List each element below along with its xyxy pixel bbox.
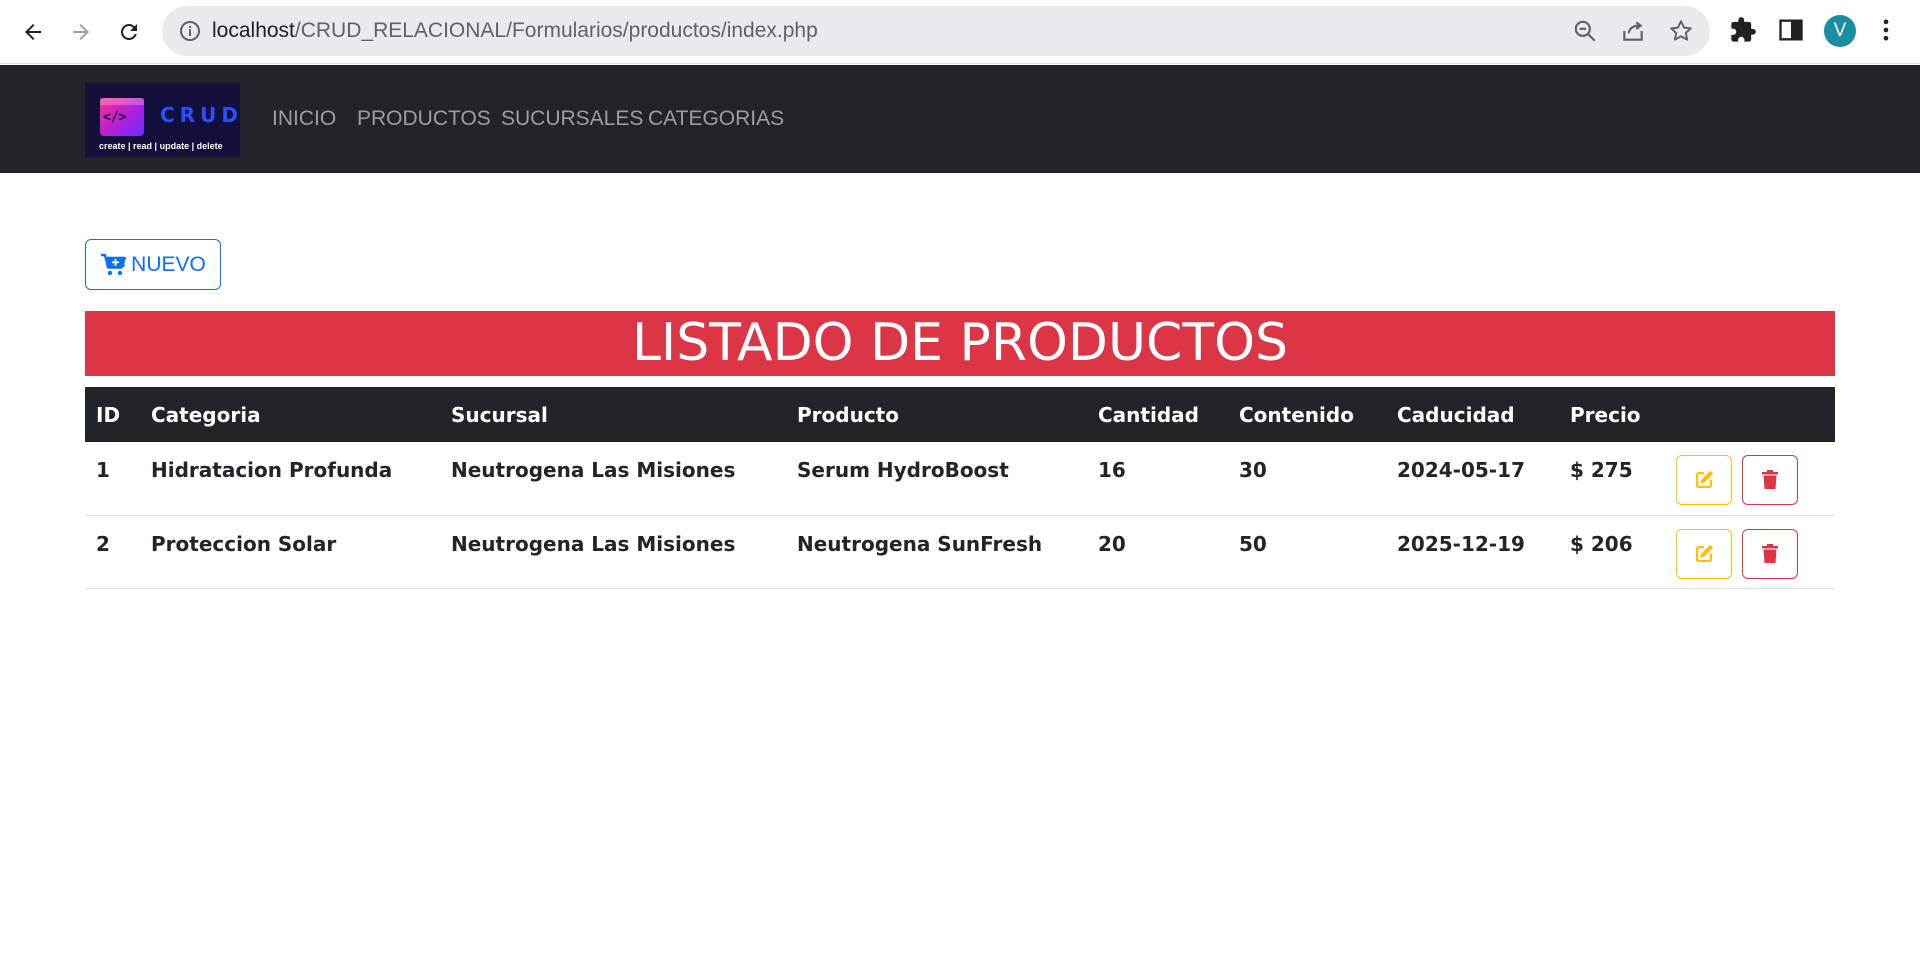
site-navbar: </> CRUD create | read | update | delete… — [0, 65, 1920, 173]
cell-producto: Serum HydroBoost — [786, 442, 1087, 516]
cell-contenido: 30 — [1228, 442, 1386, 516]
table-row: 2 Proteccion Solar Neutrogena Las Mision… — [85, 515, 1835, 589]
new-button-label: NUEVO — [131, 252, 206, 276]
edit-icon — [1696, 544, 1714, 562]
profile-avatar[interactable]: V — [1824, 15, 1856, 47]
cell-cantidad: 20 — [1087, 515, 1228, 589]
cell-caducidad: 2024-05-17 — [1386, 442, 1559, 516]
col-header-id: ID — [85, 387, 140, 442]
cell-id: 2 — [85, 515, 140, 589]
edit-icon — [1696, 470, 1714, 488]
cart-plus-icon — [101, 253, 127, 275]
edit-button[interactable] — [1676, 528, 1732, 579]
cell-sucursal: Neutrogena Las Misiones — [440, 515, 786, 589]
address-bar[interactable]: localhost/CRUD_RELACIONAL/Formularios/pr… — [162, 6, 1710, 56]
cell-categoria: Hidratacion Profunda — [140, 442, 440, 516]
products-table: ID Categoria Sucursal Producto Cantidad … — [85, 387, 1835, 589]
page-title: LISTADO DE PRODUCTOS — [85, 311, 1835, 376]
cell-id: 1 — [85, 442, 140, 516]
extensions-puzzle-icon[interactable] — [1729, 16, 1757, 44]
side-panel-icon[interactable] — [1777, 16, 1805, 44]
trash-icon — [1762, 543, 1778, 563]
col-header-caducidad: Caducidad — [1386, 387, 1559, 442]
nav-link-productos[interactable]: PRODUCTOS — [357, 65, 491, 173]
new-product-button[interactable]: NUEVO — [85, 239, 221, 290]
back-arrow-icon — [25, 24, 41, 40]
logo-word: CRUD — [160, 103, 240, 127]
col-header-contenido: Contenido — [1228, 387, 1386, 442]
cell-contenido: 50 — [1228, 515, 1386, 589]
cell-producto: Neutrogena SunFresh — [786, 515, 1087, 589]
trash-icon — [1762, 470, 1778, 489]
nav-link-inicio[interactable]: INICIO — [272, 65, 336, 173]
share-icon[interactable] — [1620, 18, 1646, 44]
cell-precio: $ 275 — [1559, 442, 1665, 516]
table-header-row: ID Categoria Sucursal Producto Cantidad … — [85, 387, 1835, 442]
col-header-actions — [1665, 387, 1835, 442]
cell-actions — [1665, 515, 1835, 589]
nav-link-categorias[interactable]: CATEGORIAS — [648, 65, 784, 173]
nav-link-sucursales[interactable]: SUCURSALES — [501, 65, 643, 173]
col-header-categoria: Categoria — [140, 387, 440, 442]
logo-code-glyph: </> — [103, 110, 127, 125]
delete-button[interactable] — [1742, 455, 1798, 505]
url-text: localhost/CRUD_RELACIONAL/Formularios/pr… — [212, 19, 818, 42]
edit-button[interactable] — [1676, 455, 1732, 505]
back-button[interactable] — [13, 12, 53, 52]
cell-categoria: Proteccion Solar — [140, 515, 440, 589]
col-header-cantidad: Cantidad — [1087, 387, 1228, 442]
info-icon[interactable] — [178, 19, 202, 43]
cell-cantidad: 16 — [1087, 442, 1228, 516]
table-row: 1 Hidratacion Profunda Neutrogena Las Mi… — [85, 442, 1835, 516]
zoom-out-icon[interactable] — [1572, 18, 1598, 44]
forward-arrow-icon — [73, 24, 89, 40]
cell-caducidad: 2025-12-19 — [1386, 515, 1559, 589]
reload-button[interactable] — [109, 12, 149, 52]
cell-actions — [1665, 442, 1835, 516]
cell-sucursal: Neutrogena Las Misiones — [440, 442, 786, 516]
logo-tagline: create | read | update | delete — [99, 141, 223, 151]
cell-precio: $ 206 — [1559, 515, 1665, 589]
crud-logo[interactable]: </> CRUD create | read | update | delete — [85, 83, 240, 157]
col-header-producto: Producto — [786, 387, 1087, 442]
col-header-precio: Precio — [1559, 387, 1665, 442]
reload-icon — [120, 23, 137, 40]
col-header-sucursal: Sucursal — [440, 387, 786, 442]
bookmark-star-icon[interactable] — [1668, 18, 1694, 44]
browser-toolbar: localhost/CRUD_RELACIONAL/Formularios/pr… — [0, 0, 1920, 64]
delete-button[interactable] — [1742, 528, 1798, 579]
menu-kebab-icon[interactable] — [1872, 16, 1900, 44]
forward-button[interactable] — [61, 12, 101, 52]
